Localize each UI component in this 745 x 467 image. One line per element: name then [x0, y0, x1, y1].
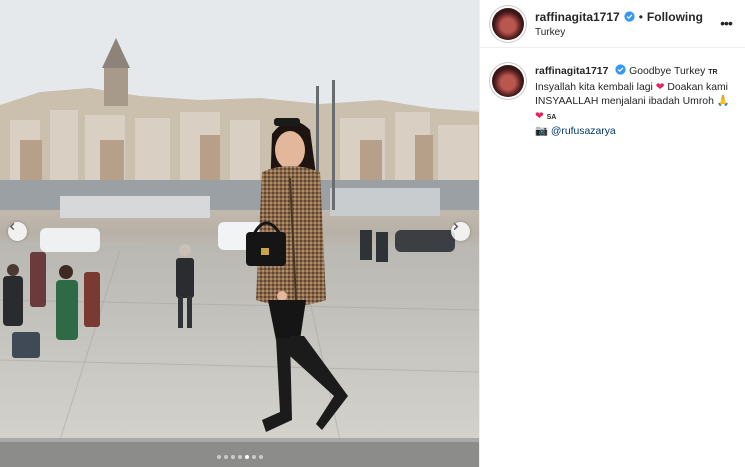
post-side-panel: raffinagita1717 • Following Turkey ••• r… [479, 0, 745, 467]
caption-text: raffinagita1717 Goodbye Turkey TR Insyal… [535, 64, 735, 140]
header-username[interactable]: raffinagita1717 [535, 10, 620, 24]
carousel-indicator [0, 455, 479, 459]
camera-icon: 📷 [535, 126, 548, 137]
mention-link[interactable]: @rufusazarya [551, 126, 616, 137]
carousel-dot [230, 455, 235, 459]
carousel-dot [237, 455, 242, 459]
caption-line-1: Goodbye Turkey [629, 66, 706, 77]
following-button[interactable]: Following [647, 10, 703, 24]
verified-badge-icon [615, 64, 626, 75]
caption-avatar[interactable] [492, 65, 524, 97]
carousel-dot [251, 455, 256, 459]
turkey-flag-icon: TR [708, 69, 718, 76]
chevron-right-icon [453, 222, 459, 231]
pray-icon: 🙏 [716, 96, 730, 107]
header-separator: • [638, 9, 643, 24]
post-photo[interactable] [0, 0, 479, 467]
chevron-left-icon [9, 222, 15, 231]
carousel-dot [258, 455, 263, 459]
saudi-flag-icon: SA [546, 113, 557, 121]
heart-icon: ❤ [535, 110, 544, 122]
more-options-icon[interactable]: ••• [719, 15, 733, 31]
verified-badge-icon [624, 11, 635, 22]
carousel-dot [216, 455, 221, 459]
caption: raffinagita1717 Goodbye Turkey TR Insyal… [480, 48, 745, 140]
heart-icon: ❤ [655, 81, 665, 93]
caption-line-2: Insyallah kita kembali lagi [535, 81, 653, 93]
carousel-dot [244, 455, 249, 459]
post-header: raffinagita1717 • Following Turkey ••• [480, 0, 745, 48]
previous-photo-button[interactable] [8, 222, 27, 241]
avatar[interactable] [492, 7, 524, 40]
photo-scene [0, 0, 479, 467]
next-photo-button[interactable] [451, 222, 470, 241]
caption-username[interactable]: raffinagita1717 [535, 66, 608, 77]
carousel-dot [223, 455, 228, 459]
location-link[interactable]: Turkey [535, 27, 703, 38]
